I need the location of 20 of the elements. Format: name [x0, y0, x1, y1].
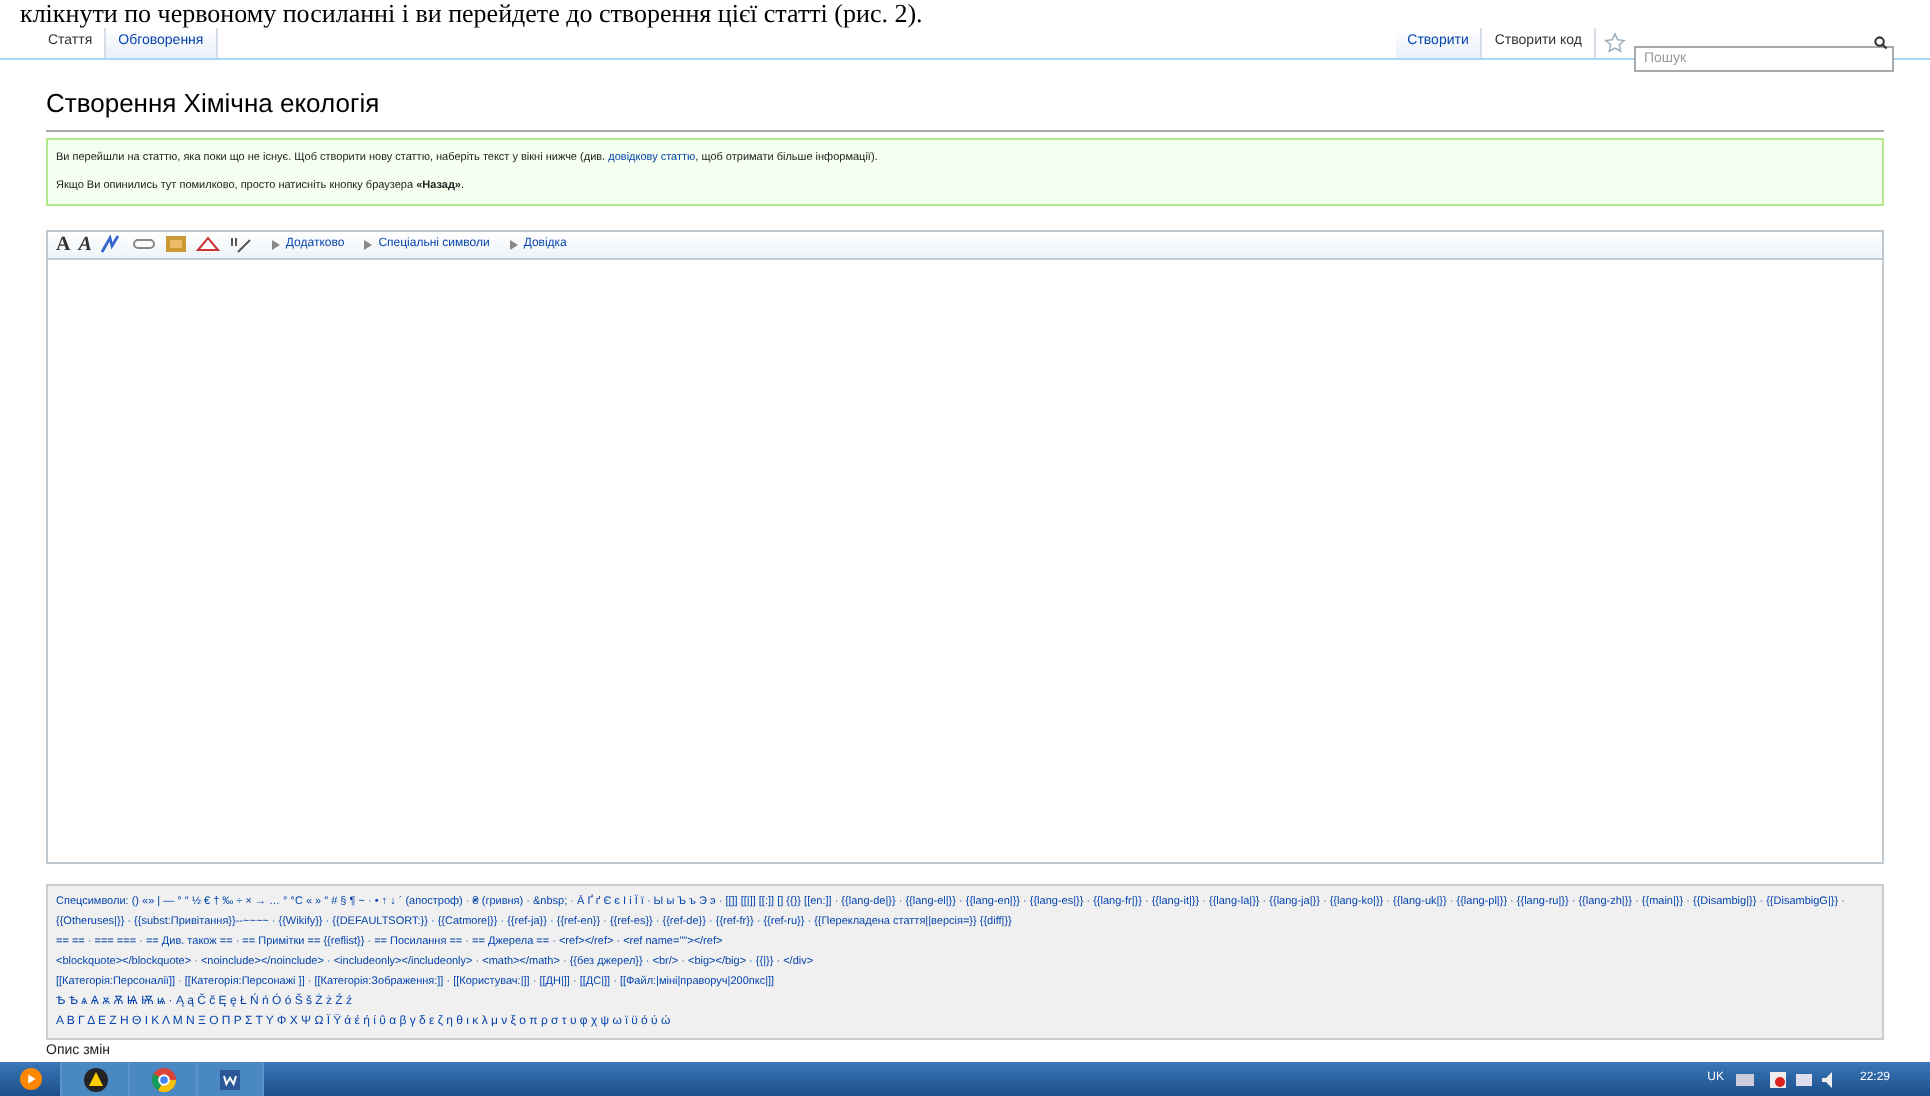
- taskbar-app-button[interactable]: [60, 1062, 128, 1096]
- browser-icon: [151, 1067, 175, 1091]
- link-icon[interactable]: [131, 234, 156, 254]
- bold-button[interactable]: A: [56, 229, 71, 259]
- network-icon[interactable]: [1795, 1071, 1812, 1087]
- play-icon: [19, 1068, 41, 1090]
- triangle-logo-icon: [83, 1067, 107, 1091]
- taskbar-app-button[interactable]: [196, 1062, 264, 1096]
- document-text: клікнути по червоному посиланні і ви перейдете до створення цієї статті (рис. 2).: [20, 0, 923, 28]
- italic-button[interactable]: A: [78, 229, 92, 259]
- flag-icon[interactable]: [1769, 1071, 1786, 1087]
- star-icon[interactable]: [1604, 32, 1626, 54]
- image-icon[interactable]: [163, 234, 188, 254]
- triangle-icon: [509, 239, 518, 249]
- keyboard-icon[interactable]: [1735, 1073, 1754, 1085]
- triangle-icon: [271, 239, 280, 249]
- document-app-icon: [218, 1067, 242, 1091]
- page-heading: Створення Хімічна екологія: [46, 84, 1884, 131]
- search-icon[interactable]: [1874, 36, 1888, 50]
- triangle-icon: [364, 239, 373, 249]
